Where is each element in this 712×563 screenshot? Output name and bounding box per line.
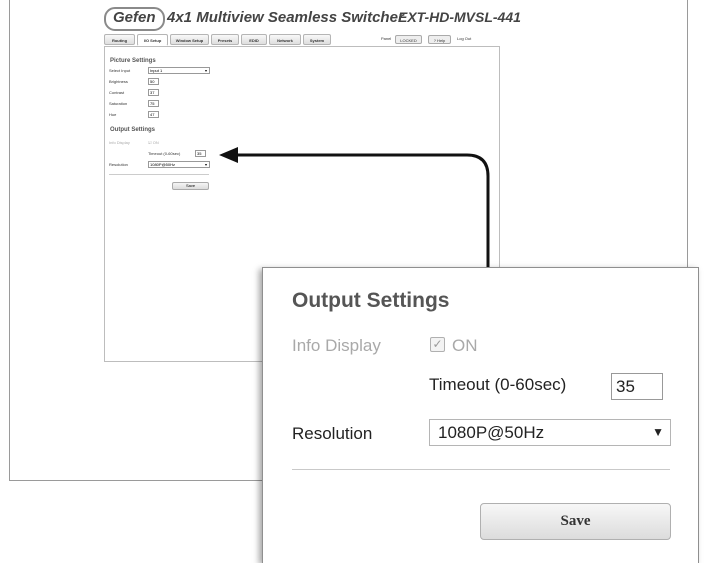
save-button[interactable]: Save: [480, 503, 671, 540]
info-display-label: Info Display: [292, 336, 381, 355]
output-settings-zoom-callout: Output Settings Info Display ✓ ON Timeou…: [262, 267, 699, 563]
divider: [292, 469, 670, 470]
chevron-down-icon: ▼: [652, 425, 664, 439]
resolution-label: Resolution: [292, 424, 373, 443]
info-display-on-label: ON: [452, 336, 478, 355]
timeout-label: Timeout (0-60sec): [429, 375, 567, 394]
output-settings-heading: Output Settings: [292, 289, 450, 312]
info-display-checkbox[interactable]: ✓: [430, 337, 445, 352]
resolution-selected-value: 1080P@50Hz: [438, 423, 545, 442]
timeout-input[interactable]: 35: [611, 373, 663, 400]
checkmark-icon: ✓: [432, 337, 443, 351]
resolution-dropdown[interactable]: 1080P@50Hz ▼: [429, 419, 671, 446]
